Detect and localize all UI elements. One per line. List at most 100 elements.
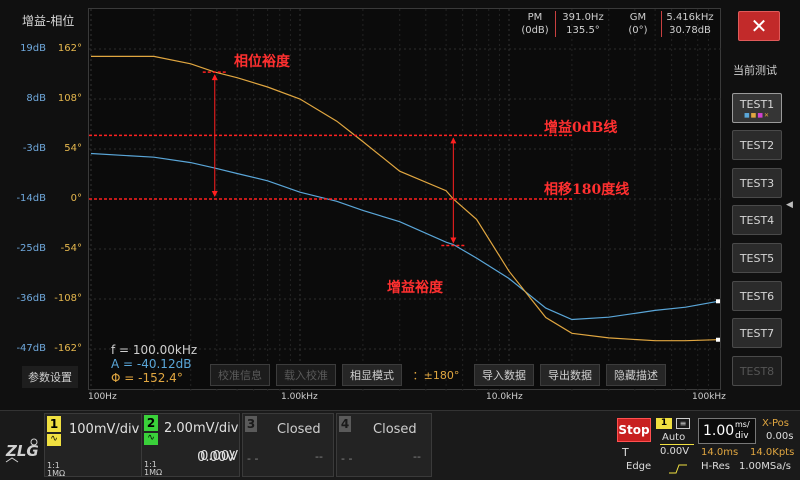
test-button-5[interactable]: TEST5 — [732, 243, 782, 273]
gm-freq: 5.416kHz — [666, 12, 714, 23]
channel-3-state: Closed — [277, 422, 321, 437]
bode-plot[interactable]: PM (0dB) 391.0Hz 135.5° GM (0°) 5.416kHz… — [88, 8, 722, 391]
gm-ref: (0°) — [628, 25, 648, 36]
channel-3-dash-right: -- — [315, 450, 323, 463]
timebase-unit-bottom: div — [735, 431, 749, 441]
test-button-4[interactable]: TEST4 — [732, 205, 782, 235]
channel-3-panel[interactable]: 3 Closed - - -- — [242, 413, 334, 477]
cursor-frequency: f = 100.00kHz — [111, 343, 198, 357]
test-button-label: TEST1 — [739, 97, 775, 111]
test-button-2[interactable]: TEST2 — [732, 130, 782, 160]
pm-label-col: PM (0dB) — [518, 11, 552, 37]
app-title: 增益-相位 — [22, 14, 75, 28]
rising-edge-icon — [668, 460, 688, 474]
x-label-100khz: 100kHz — [692, 392, 726, 402]
gain-margin-annotation: 增益裕度 — [387, 280, 443, 296]
panel-arrow-icon[interactable]: ◀ — [786, 200, 793, 210]
db-axis-label: 19dB — [20, 43, 46, 54]
test-button-label: TEST3 — [739, 176, 775, 190]
test-button-6[interactable]: TEST6 — [732, 281, 782, 311]
x-label-100hz: 100Hz — [88, 392, 117, 402]
hide-desc-button[interactable]: 隐藏描述 — [606, 364, 666, 386]
db-axis-label: -36dB — [16, 293, 46, 304]
channel-2-panel[interactable]: 2 ∿ 2.00mV/div 0.00V 1:1 1MΩ — [142, 413, 240, 477]
zlg-logo-icon: ZLG — [4, 436, 39, 466]
test-button-1[interactable]: TEST1 ■■■✕ — [732, 93, 782, 123]
channel-2-offset: 0.00V — [200, 449, 238, 464]
gm-value-col: 5.416kHz 30.78dB — [664, 11, 716, 37]
timebase-unit-top: ms/ — [735, 420, 750, 429]
trigger-mode: Auto — [662, 432, 686, 443]
test-button-3[interactable]: TEST3 — [732, 168, 782, 198]
acq-mode: H-Res — [701, 461, 730, 472]
db-axis-label: -47dB — [16, 343, 46, 354]
channel-4-number: 4 — [339, 416, 351, 432]
channel-1-number: 1 — [47, 416, 61, 432]
test-button-8[interactable]: TEST8 — [732, 356, 782, 386]
db-axis-label: -14dB — [16, 193, 46, 204]
phase-axis-label: 0° — [70, 193, 82, 204]
channel-divider — [141, 413, 142, 477]
channel-4-panel[interactable]: 4 Closed - - -- — [336, 413, 432, 477]
stop-button[interactable]: Stop — [617, 418, 651, 442]
phase-axis-label: 162° — [57, 43, 82, 54]
trigger-source: 1 — [656, 418, 672, 429]
timebase-box[interactable]: 1.00 ms/ div — [698, 418, 756, 444]
channel-2-number: 2 — [144, 415, 158, 431]
sample-rate: 1.00MSa/s — [739, 461, 791, 472]
pm-value-col: 391.0Hz 135.5° — [558, 11, 608, 37]
test-button-label: TEST5 — [739, 251, 775, 265]
xpos-label: X-Pos — [762, 418, 789, 429]
x-label-10khz: 10.0kHz — [486, 392, 523, 402]
channel-4-dash-left: - - — [341, 452, 353, 465]
calib-info-button[interactable]: 校准信息 — [210, 364, 270, 386]
bode-plot-svg — [89, 9, 722, 391]
test-button-7[interactable]: TEST7 — [732, 318, 782, 348]
gain-zero-annotation: 增益0dB线 — [544, 120, 618, 136]
db-axis-label: -25dB — [16, 243, 46, 254]
pm-value: 135.5° — [566, 25, 600, 36]
gain-end-marker — [716, 299, 720, 304]
phase-axis-label: -162° — [54, 343, 82, 354]
channel-2-coupling-icon: ∿ — [144, 433, 158, 445]
pm-label: PM — [527, 12, 543, 23]
test-button-label: TEST7 — [739, 326, 775, 340]
timebase-window: 14.0ms — [701, 447, 739, 458]
pm-divider — [555, 11, 556, 37]
phase-axis-label: -54° — [60, 243, 82, 254]
channel-1-scale: 100mV/div — [69, 422, 140, 437]
channel-2-impedance: 1MΩ — [144, 468, 163, 477]
phase-mode-button[interactable]: 相显模式 — [342, 364, 402, 386]
channel-4-dash-right: -- — [413, 450, 421, 463]
cursor-amplitude: A = -40.12dB — [111, 357, 192, 371]
gm-value: 30.78dB — [669, 25, 711, 36]
load-calib-button[interactable]: 载入校准 — [276, 364, 336, 386]
xpos-value: 0.00s — [766, 431, 794, 442]
test-color-dots-icon: ■■■✕ — [743, 111, 771, 119]
channel-1-impedance: 1MΩ — [47, 469, 66, 478]
trigger-edge: Edge — [626, 461, 652, 472]
test-button-label: TEST4 — [739, 213, 775, 227]
trigger-type: T — [622, 446, 629, 459]
close-button[interactable]: ✕ — [738, 11, 780, 41]
gm-divider — [661, 11, 662, 37]
import-button[interactable]: 导入数据 — [474, 364, 534, 386]
phase-180-annotation: 相移180度线 — [544, 182, 630, 198]
phase-margin-annotation: 相位裕度 — [234, 54, 290, 70]
channel-2-scale: 2.00mV/div — [164, 421, 239, 436]
channel-4-state: Closed — [373, 422, 417, 437]
pm-ref: (0dB) — [521, 25, 549, 36]
trigger-level-marker — [660, 444, 694, 456]
phase-axis-label: 54° — [64, 143, 82, 154]
gm-label-col: GM (0°) — [618, 11, 658, 37]
timebase-points: 14.0Kpts — [750, 447, 795, 458]
trigger-menu-icon[interactable]: ≡ — [676, 418, 690, 429]
gain-margin-arrowhead-bottom — [450, 237, 457, 244]
cursor-phase: Φ = -152.4° — [111, 371, 183, 385]
phase-axis-label: -108° — [54, 293, 82, 304]
export-button[interactable]: 导出数据 — [540, 364, 600, 386]
test-button-label: TEST8 — [739, 364, 775, 378]
measure-readout: PM (0dB) 391.0Hz 135.5° GM (0°) 5.416kHz… — [518, 11, 718, 41]
params-button[interactable]: 参数设置 — [22, 366, 78, 388]
current-test-label: 当前测试 — [733, 64, 777, 77]
